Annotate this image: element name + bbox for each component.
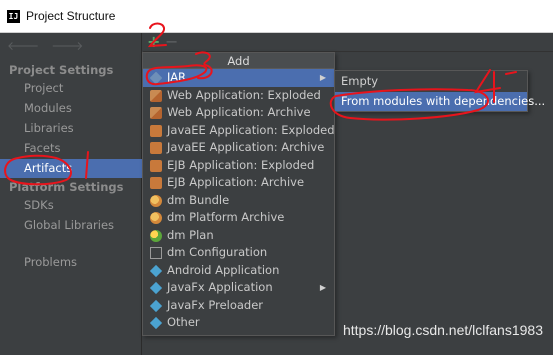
intellij-app-icon: IJ <box>7 9 20 23</box>
menu-item-label: EJB Application: Exploded <box>167 157 315 172</box>
menu-item-javaee-archive[interactable]: JavaEE Application: Archive <box>143 139 334 157</box>
menu-item-dm-platform-archive[interactable]: dm Platform Archive <box>143 209 334 227</box>
menu-item-web-app-archive[interactable]: Web Application: Archive <box>143 104 334 122</box>
dm-bundle-icon <box>150 194 162 207</box>
menu-item-label: dm Plan <box>167 227 214 242</box>
menu-item-ejb-exploded[interactable]: EJB Application: Exploded <box>143 157 334 175</box>
menu-item-dm-bundle[interactable]: dm Bundle <box>143 192 334 210</box>
sidebar-item-sdks[interactable]: SDKs <box>0 196 142 215</box>
menu-item-jar[interactable]: JAR ▶ <box>143 69 334 87</box>
other-icon <box>149 316 163 330</box>
add-button[interactable]: + <box>147 33 160 50</box>
menu-item-label: Web Application: Archive <box>167 105 311 119</box>
sidebar-item-libraries[interactable]: Libraries <box>0 119 142 138</box>
menu-item-label: Web Application: Exploded <box>167 87 321 102</box>
submenu-arrow-icon: ▶ <box>319 73 326 82</box>
section-header-project-settings: Project Settings <box>9 63 114 77</box>
back-arrow-icon[interactable]: 🡐 <box>7 38 39 53</box>
dm-bundle-icon <box>150 212 162 224</box>
javaee-icon <box>150 142 162 154</box>
sidebar-item-project[interactable]: Project <box>0 79 142 98</box>
submenu-item-empty[interactable]: Empty <box>335 72 527 91</box>
menu-item-label: JAR <box>167 70 187 84</box>
add-popup-menu: Add JAR ▶ Web Application: Exploded Web … <box>142 52 335 336</box>
menu-item-label: JavaEE Application: Archive <box>167 140 325 154</box>
section-header-platform-settings: Platform Settings <box>9 180 124 194</box>
sidebar-item-facets[interactable]: Facets <box>0 139 142 158</box>
watermark: https://blog.csdn.net/lclfans1983 <box>342 322 543 338</box>
config-icon <box>150 247 162 259</box>
ejb-icon <box>150 177 162 189</box>
menu-item-other[interactable]: Other <box>143 314 334 332</box>
menu-item-android-application[interactable]: Android Application <box>143 262 334 280</box>
sidebar-item-problems[interactable]: Problems <box>0 253 142 272</box>
menu-item-label: Android Application <box>167 262 280 277</box>
jar-submenu: Empty From modules with dependencies... <box>334 70 545 112</box>
web-app-icon <box>150 107 162 119</box>
artifacts-toolbar: + − <box>143 33 553 52</box>
menu-item-label: dm Configuration <box>167 245 268 259</box>
menu-item-label: JavaFx Application <box>167 280 273 294</box>
submenu-item-from-modules[interactable]: From modules with dependencies... <box>335 92 545 111</box>
sidebar: 🡐 🡒 Project Settings Project Modules Lib… <box>0 33 142 355</box>
window-title: Project Structure <box>26 9 116 23</box>
menu-item-label: Other <box>167 315 200 329</box>
submenu-arrow-icon: ▶ <box>319 283 326 292</box>
menu-item-label: JavaEE Application: Exploded <box>167 122 335 137</box>
menu-item-dm-plan[interactable]: dm Plan <box>143 227 334 245</box>
menu-item-label: dm Platform Archive <box>167 210 285 224</box>
sidebar-item-global-libraries[interactable]: Global Libraries <box>0 216 142 235</box>
menu-item-javaee-exploded[interactable]: JavaEE Application: Exploded <box>143 122 335 140</box>
android-icon <box>149 264 163 277</box>
javafx-icon <box>149 299 163 312</box>
dm-plan-icon <box>150 229 162 242</box>
menu-item-javafx-preloader[interactable]: JavaFx Preloader <box>143 297 334 315</box>
ejb-icon <box>150 159 162 172</box>
menu-item-label: EJB Application: Archive <box>167 175 305 189</box>
menu-item-label: JavaFx Preloader <box>167 297 264 312</box>
menu-item-dm-configuration[interactable]: dm Configuration <box>143 244 334 262</box>
javafx-icon <box>149 281 163 295</box>
menu-item-ejb-archive[interactable]: EJB Application: Archive <box>143 174 334 192</box>
javaee-icon <box>150 124 162 137</box>
nav-arrows: 🡐 🡒 <box>7 38 83 53</box>
menu-item-label: dm Bundle <box>167 192 230 207</box>
add-menu-header: Add <box>143 53 334 69</box>
title-bar: IJ Project Structure <box>0 0 553 33</box>
menu-item-javafx-application[interactable]: JavaFx Application ▶ <box>143 279 334 297</box>
jar-icon <box>149 71 163 85</box>
web-app-icon <box>150 89 162 102</box>
sidebar-item-modules[interactable]: Modules <box>0 99 142 118</box>
sidebar-item-artifacts[interactable]: Artifacts <box>0 159 142 178</box>
menu-item-web-app-exploded[interactable]: Web Application: Exploded <box>143 87 334 105</box>
forward-arrow-icon[interactable]: 🡒 <box>51 38 83 53</box>
remove-button[interactable]: − <box>165 33 178 50</box>
